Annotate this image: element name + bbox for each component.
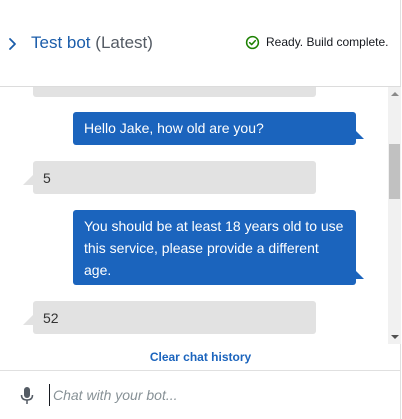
- bubble-tail: [23, 175, 33, 185]
- message-text: 5: [43, 170, 51, 186]
- message-text: 52: [43, 310, 59, 326]
- bot-message: 52: [33, 301, 316, 334]
- test-bot-panel: Test bot (Latest) Ready. Build complete.…: [0, 0, 401, 419]
- status-text: Ready. Build complete.: [266, 35, 389, 49]
- chevron-right-icon[interactable]: [6, 34, 20, 54]
- message-text: Hello Jake, how old are you?: [84, 120, 264, 136]
- check-circle-icon: [245, 35, 260, 49]
- message-text: You should be at least 18 years old to u…: [84, 218, 344, 278]
- microphone-icon[interactable]: [20, 387, 34, 405]
- bubble-tail: [354, 129, 364, 139]
- bot-title[interactable]: Test bot (Latest): [31, 33, 153, 53]
- bubble-tail: [23, 315, 33, 325]
- chat-history[interactable]: Hello Jake, how old are you? 5 You shoul…: [0, 87, 388, 344]
- scroll-up-arrow[interactable]: [391, 92, 399, 96]
- bot-message: [33, 87, 316, 97]
- panel-header: Test bot (Latest) Ready. Build complete.: [0, 0, 401, 87]
- chat-input[interactable]: [49, 384, 383, 406]
- bot-version: (Latest): [95, 33, 153, 52]
- scroll-down-arrow[interactable]: [391, 335, 399, 339]
- chat-scrollbar[interactable]: [388, 87, 401, 344]
- user-message: You should be at least 18 years old to u…: [73, 210, 356, 285]
- clear-chat-history-link[interactable]: Clear chat history: [0, 349, 401, 365]
- user-message: Hello Jake, how old are you?: [73, 112, 356, 145]
- scroll-thumb[interactable]: [389, 144, 400, 199]
- bot-message: 5: [33, 161, 316, 194]
- bot-name: Test bot: [31, 33, 91, 52]
- build-status: Ready. Build complete.: [245, 34, 389, 50]
- chat-input-bar: [0, 370, 401, 419]
- bubble-tail: [354, 269, 364, 279]
